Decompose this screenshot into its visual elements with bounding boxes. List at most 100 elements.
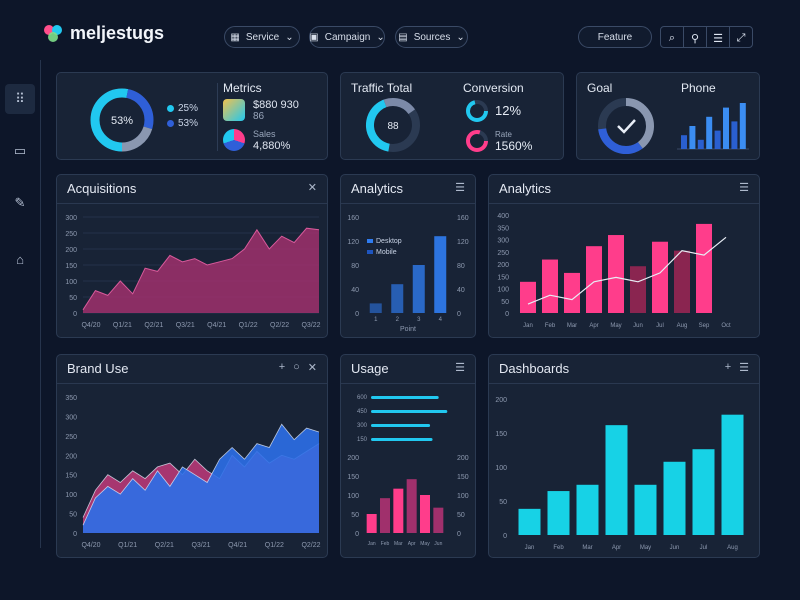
x-tick-label: Mar	[582, 545, 592, 551]
area-series	[83, 228, 319, 313]
menu-icon[interactable]: ☰	[739, 361, 749, 374]
close-icon[interactable]: ✕	[308, 361, 317, 374]
y-tick-label: 300	[65, 215, 77, 222]
bar	[721, 414, 744, 535]
search-icon[interactable]: ⌕	[661, 27, 683, 47]
x-tick-label: Feb	[381, 541, 390, 547]
y-tick-label: 160	[347, 215, 359, 222]
y-tick-label: 50	[501, 299, 509, 306]
y-tick-label: 100	[347, 493, 359, 500]
home-icon[interactable]: ⌂	[5, 244, 35, 274]
edit-icon[interactable]: ✎	[5, 188, 35, 218]
x-tick-label: Apr	[408, 541, 416, 547]
filter-dropdown-2[interactable]: ▣ Campaign ⌄	[309, 26, 385, 48]
goal-bars-title: Phone	[681, 81, 716, 95]
filter-label: Campaign	[324, 31, 371, 43]
expand-icon[interactable]: ⤢	[729, 27, 752, 47]
dropdown-icon: ▣	[309, 31, 319, 43]
bar	[434, 236, 447, 313]
progress-bar	[371, 424, 431, 427]
metrics-donut: 53%	[90, 88, 154, 152]
bar	[605, 425, 628, 535]
pin-icon[interactable]: ⚲	[683, 27, 706, 47]
y-tick-label: 200	[497, 262, 509, 269]
bar	[393, 488, 404, 533]
search-input[interactable]: Feature	[578, 26, 652, 48]
filter-dropdown-1[interactable]: ▦ Service ⌄	[224, 26, 300, 48]
close-icon[interactable]: ✕	[308, 181, 317, 194]
menu-icon[interactable]: ☰	[739, 181, 749, 194]
y-tick-label: 120	[347, 239, 359, 246]
x-tick-label: Q4/20	[81, 542, 100, 549]
panel-divider	[341, 203, 475, 204]
conversion-ring-1	[466, 100, 488, 122]
bar	[412, 265, 425, 313]
y-tick-label: 100	[497, 287, 509, 294]
y-tick-label: 150	[65, 263, 77, 270]
x-tick-label: 1	[374, 317, 378, 323]
y-tick-label: 150	[357, 437, 368, 443]
y-tick-label: 300	[357, 423, 368, 429]
conversion-ring-2	[466, 130, 488, 152]
metric-icon-2	[223, 129, 245, 151]
panel-title: Acquisitions	[67, 181, 137, 196]
y-tick-label: 350	[497, 225, 509, 232]
y-tick-label: 50	[351, 512, 359, 519]
traffic-donut-value: 88	[387, 121, 399, 132]
bar	[547, 491, 570, 535]
x-tick-label: Apr	[589, 323, 598, 329]
menu-icon[interactable]: ☰	[455, 181, 465, 194]
filter-label: Service	[245, 31, 280, 43]
mini-bar	[731, 121, 738, 149]
y-tick-label: 50	[69, 295, 77, 302]
progress-bar	[371, 410, 448, 413]
y-tick-label: 250	[65, 434, 77, 441]
x-tick-label: 2	[396, 317, 400, 323]
x-tick-label: Jun	[633, 323, 643, 329]
x-axis-label: Point	[400, 326, 416, 333]
bar	[663, 461, 686, 535]
goal-donut	[598, 98, 654, 154]
goal-card: Goal Phone	[576, 72, 760, 160]
x-tick-label: Apr	[612, 545, 621, 551]
panel-tools: ☰	[739, 181, 749, 194]
y-tick-label: 100	[65, 492, 77, 499]
y-tick-label: 160	[457, 215, 469, 222]
y-tick-label: 0	[73, 531, 77, 538]
bar	[586, 246, 602, 313]
x-tick-label: Q2/21	[144, 322, 163, 329]
dropdown-icon: ▦	[230, 31, 240, 43]
bar	[630, 266, 646, 313]
filter-dropdown-3[interactable]: ▤ Sources ⌄	[395, 26, 468, 48]
x-tick-label: Jun	[670, 545, 680, 551]
metric-label: Sales	[253, 129, 276, 139]
x-tick-label: May	[610, 323, 621, 329]
menu-icon[interactable]: ☰	[455, 361, 465, 374]
x-tick-label: Oct	[721, 323, 731, 329]
list-icon[interactable]: ☰	[706, 27, 729, 47]
y-tick-label: 100	[457, 493, 469, 500]
circle-icon[interactable]: ○	[293, 361, 300, 374]
monitor-icon[interactable]: ▭	[5, 136, 35, 166]
bar	[520, 281, 536, 313]
mini-bar	[697, 139, 704, 149]
y-tick-label: 150	[347, 474, 359, 481]
add-icon[interactable]: +	[725, 361, 731, 374]
y-tick-label: 0	[457, 311, 461, 318]
panel-tools: ✕	[308, 181, 317, 194]
grid-icon[interactable]: ⠿	[5, 84, 35, 114]
conversion-rate-2-label: Rate	[495, 130, 512, 139]
metric-secondary: 86	[253, 111, 265, 122]
analytics-bar-chart: 0 40 80 120 160 0 40 80 120 160 Desktop Mobile 1 2 3 4 P…	[347, 215, 469, 333]
toolbar-icons: ⌕ ⚲ ☰ ⤢	[660, 26, 753, 48]
progress-bar	[371, 438, 433, 441]
x-tick-label: Q2/22	[301, 542, 320, 549]
y-tick-label: 300	[497, 238, 509, 245]
add-icon[interactable]: +	[279, 361, 285, 374]
bar	[369, 303, 382, 313]
goal-mini-bars	[677, 103, 749, 150]
y-tick-label: 150	[65, 473, 77, 480]
panel-title: Usage	[351, 361, 389, 376]
x-tick-label: Jan	[523, 323, 533, 329]
logo[interactable]: meljestugs	[42, 22, 164, 44]
